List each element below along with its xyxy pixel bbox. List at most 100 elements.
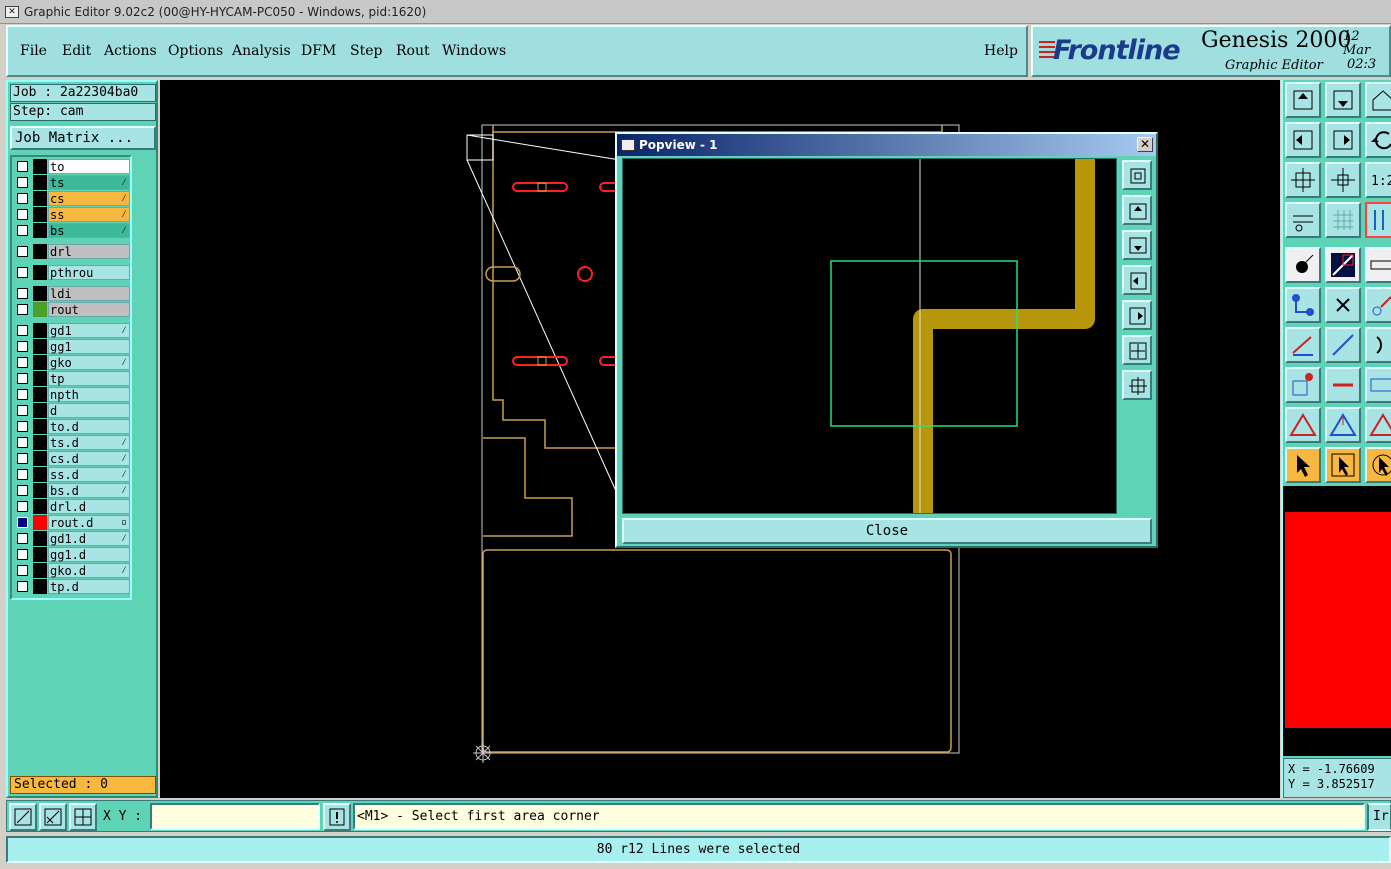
layer-checkbox[interactable]: [17, 549, 28, 560]
layer-row[interactable]: gg1.d: [14, 547, 130, 562]
layer-color-swatch[interactable]: [33, 435, 47, 450]
layer-row[interactable]: rout.d ▫: [14, 515, 130, 530]
ruler-icon[interactable]: [1365, 247, 1391, 283]
layer-color-swatch[interactable]: [33, 302, 47, 317]
delete-icon[interactable]: [1325, 287, 1361, 323]
zoom-in-icon[interactable]: [1122, 335, 1152, 365]
polygon-fill-icon[interactable]: [1365, 407, 1391, 443]
layer-name[interactable]: npth: [48, 387, 130, 402]
layer-checkbox[interactable]: [17, 209, 28, 220]
layer-row[interactable]: npth: [14, 387, 130, 402]
layer-color-swatch[interactable]: [33, 451, 47, 466]
pan-right-icon[interactable]: [1325, 122, 1361, 158]
layer-color-swatch[interactable]: [33, 515, 47, 530]
layer-checkbox[interactable]: [17, 469, 28, 480]
layer-row[interactable]: ts.d ⁄: [14, 435, 130, 450]
layer-name[interactable]: gko.d ⁄: [48, 563, 130, 578]
draw-line-icon[interactable]: [1285, 327, 1321, 363]
layer-color-swatch[interactable]: [33, 265, 47, 280]
layer-checkbox[interactable]: [17, 485, 28, 496]
layer-color-swatch[interactable]: [33, 323, 47, 338]
layer-name[interactable]: ss ⁄: [48, 207, 130, 222]
layer-row[interactable]: bs.d ⁄: [14, 483, 130, 498]
pan-left-icon[interactable]: [1285, 122, 1321, 158]
layer-color-swatch[interactable]: [33, 483, 47, 498]
zoom-fit-button[interactable]: [1122, 160, 1152, 190]
layer-name[interactable]: ts.d ⁄: [48, 435, 130, 450]
layer-name[interactable]: pthrou: [48, 265, 130, 280]
layer-color-swatch[interactable]: [33, 223, 47, 238]
popview-canvas[interactable]: [622, 158, 1117, 514]
layer-checkbox[interactable]: [17, 225, 28, 236]
layer-checkbox[interactable]: [17, 267, 28, 278]
layer-row[interactable]: drl: [14, 244, 130, 259]
layer-name[interactable]: gg1: [48, 339, 130, 354]
pan-up-icon[interactable]: [1285, 82, 1321, 118]
layer-row[interactable]: cs.d ⁄: [14, 451, 130, 466]
layer-name[interactable]: bs.d ⁄: [48, 483, 130, 498]
layer-name[interactable]: ts ⁄: [48, 175, 130, 190]
menu-step[interactable]: Step: [350, 43, 382, 59]
layer-color-swatch[interactable]: [33, 175, 47, 190]
snap-angle-icon[interactable]: [39, 803, 67, 831]
layer-checkbox[interactable]: [17, 405, 28, 416]
layer-name[interactable]: rout: [48, 302, 130, 317]
menu-analysis[interactable]: Analysis: [232, 43, 291, 59]
layer-name[interactable]: rout.d ▫: [48, 515, 130, 530]
layer-checkbox[interactable]: [17, 581, 28, 592]
layer-name[interactable]: to.d: [48, 419, 130, 434]
layer-row[interactable]: ts ⁄: [14, 175, 130, 190]
layer-name[interactable]: gd1.d ⁄: [48, 531, 130, 546]
layer-name[interactable]: cs ⁄: [48, 191, 130, 206]
layer-row[interactable]: rout: [14, 302, 130, 317]
select-line-icon[interactable]: [1325, 247, 1361, 283]
arc-icon[interactable]: [1365, 327, 1391, 363]
layer-color-swatch[interactable]: [33, 419, 47, 434]
layer-row[interactable]: pthrou: [14, 265, 130, 280]
layer-checkbox[interactable]: [17, 373, 28, 384]
layer-row[interactable]: to: [14, 159, 130, 174]
layer-checkbox[interactable]: [17, 517, 28, 528]
layer-checkbox[interactable]: [17, 501, 28, 512]
layer-row[interactable]: ss ⁄: [14, 207, 130, 222]
layer-row[interactable]: cs ⁄: [14, 191, 130, 206]
layer-row[interactable]: tp: [14, 371, 130, 386]
add-line-icon[interactable]: [1325, 367, 1361, 403]
layer-color-swatch[interactable]: [33, 403, 47, 418]
select-pointer-icon[interactable]: [1285, 447, 1321, 483]
menu-help[interactable]: Help: [984, 43, 1018, 59]
layer-name[interactable]: gd1 ⁄: [48, 323, 130, 338]
layer-row[interactable]: bs ⁄: [14, 223, 130, 238]
measure-icon[interactable]: [1365, 202, 1391, 238]
pan-down-icon[interactable]: [1122, 230, 1152, 260]
select-pad-icon[interactable]: [1285, 247, 1321, 283]
layer-name[interactable]: cs.d ⁄: [48, 451, 130, 466]
menu-edit[interactable]: Edit: [62, 43, 91, 59]
layer-name[interactable]: ss.d ⁄: [48, 467, 130, 482]
grid-icon[interactable]: [1325, 202, 1361, 238]
layer-color-swatch[interactable]: [33, 547, 47, 562]
select-area-icon[interactable]: [1325, 447, 1361, 483]
edit-line-icon[interactable]: [1325, 327, 1361, 363]
menu-rout[interactable]: Rout: [396, 43, 430, 59]
layer-checkbox[interactable]: [17, 533, 28, 544]
job-matrix-button[interactable]: Job Matrix ...: [10, 126, 156, 150]
resize-icon[interactable]: [1365, 367, 1391, 403]
layer-row[interactable]: gko ⁄: [14, 355, 130, 370]
layer-checkbox[interactable]: [17, 453, 28, 464]
pan-left-icon[interactable]: [1122, 265, 1152, 295]
layer-checkbox[interactable]: [17, 437, 28, 448]
layer-checkbox[interactable]: [17, 193, 28, 204]
connect-icon[interactable]: [1285, 287, 1321, 323]
close-button[interactable]: Close: [622, 518, 1152, 544]
layer-color-swatch[interactable]: [33, 531, 47, 546]
layer-name[interactable]: tp: [48, 371, 130, 386]
layer-name[interactable]: drl: [48, 244, 130, 259]
layer-color-swatch[interactable]: [33, 159, 47, 174]
menu-windows[interactable]: Windows: [442, 43, 506, 59]
layer-checkbox[interactable]: [17, 161, 28, 172]
layer-name[interactable]: tp.d: [48, 579, 130, 594]
move-icon[interactable]: [1365, 287, 1391, 323]
layer-color-swatch[interactable]: [33, 499, 47, 514]
layer-checkbox[interactable]: [17, 177, 28, 188]
